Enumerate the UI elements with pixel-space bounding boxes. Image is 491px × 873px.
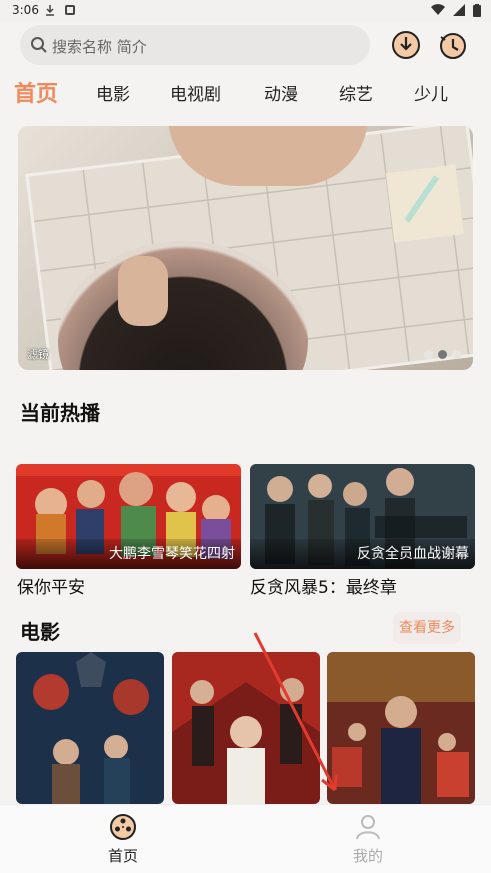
search-bar[interactable]: 搜索名称 简介 [20, 25, 370, 65]
tab-home[interactable]: 首页 [14, 76, 58, 108]
film-reel-icon [110, 814, 136, 840]
battery-icon [473, 4, 481, 17]
tab-kids[interactable]: 少儿 [414, 80, 448, 105]
tab-variety[interactable]: 综艺 [339, 80, 373, 105]
see-more-button[interactable]: 查看更多 [393, 612, 461, 644]
nav-mine[interactable]: 我的 [338, 813, 398, 866]
download-icon[interactable] [390, 29, 422, 61]
tab-movie[interactable]: 电影 [96, 80, 130, 105]
hot-card-2[interactable]: 反贪全员血战谢幕 [250, 464, 475, 569]
movie-poster-1[interactable] [16, 652, 164, 804]
hot-section-title: 当前热播 [20, 401, 100, 425]
search-icon [31, 37, 47, 53]
bottom-navigation: 首页 我的 [0, 804, 491, 873]
carousel-indicator [424, 350, 461, 359]
hot-card-1-title[interactable]: 保你平安 [17, 573, 85, 598]
category-tabs: 首页 电影 电视剧 动漫 综艺 少儿 [0, 76, 491, 112]
app-status-icon [65, 5, 75, 15]
hot-card-2-title[interactable]: 反贪风暴5：最终章 [250, 573, 397, 598]
movie-section-title: 电影 [20, 620, 60, 644]
banner-carousel[interactable]: 滤镜 [18, 126, 473, 370]
user-icon [356, 815, 380, 840]
history-icon[interactable] [437, 29, 469, 61]
hot-card-2-subtitle: 反贪全员血战谢幕 [357, 546, 469, 562]
status-time: 3:06 [12, 3, 39, 17]
search-placeholder: 搜索名称 简介 [52, 38, 147, 56]
signal-icon [453, 4, 465, 16]
carousel-dot[interactable] [452, 350, 461, 359]
hot-card-1[interactable]: 大鹏李雪琴笑花四射 [16, 464, 241, 569]
status-bar: 3:06 [0, 0, 491, 22]
nav-mine-label: 我的 [352, 847, 383, 865]
tab-anime[interactable]: 动漫 [264, 80, 298, 105]
nav-home-label: 首页 [107, 847, 138, 865]
banner-hand [118, 256, 168, 326]
download-status-icon [46, 5, 54, 16]
carousel-dot[interactable] [424, 350, 433, 359]
carousel-dot-active[interactable] [438, 350, 447, 359]
movie-poster-2[interactable] [172, 652, 320, 804]
wifi-icon [431, 4, 445, 16]
movie-poster-3[interactable] [327, 652, 475, 804]
tab-tv[interactable]: 电视剧 [170, 80, 221, 105]
hot-card-1-subtitle: 大鹏李雪琴笑花四射 [109, 546, 235, 562]
nav-home[interactable]: 首页 [93, 813, 153, 866]
banner-caption: 滤镜 [27, 348, 49, 361]
